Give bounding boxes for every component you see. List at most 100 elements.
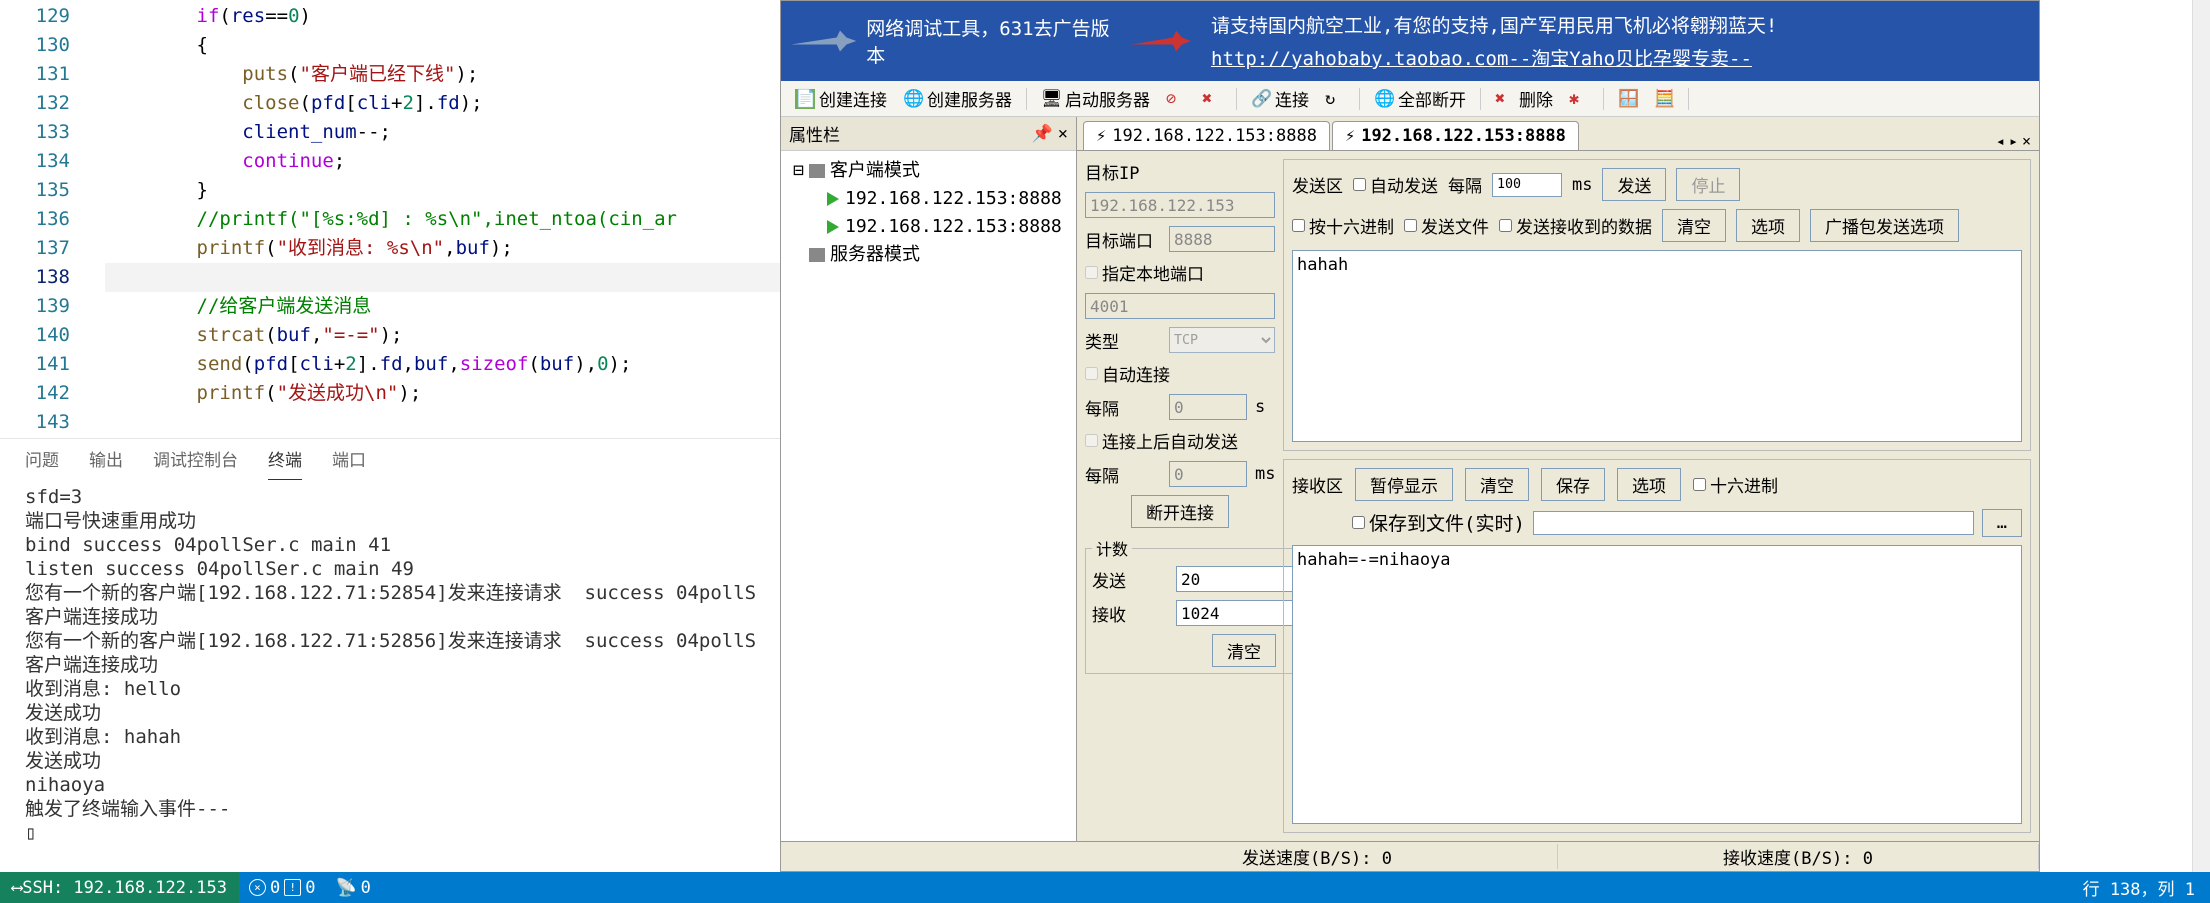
delete-icon[interactable]: ✖: [1196, 87, 1228, 111]
tab-next-icon[interactable]: ▸: [2009, 132, 2018, 150]
tree-conn-2[interactable]: 192.168.122.153:8888: [787, 213, 1070, 241]
recv-title: 接收区: [1292, 472, 1343, 497]
send-button[interactable]: 发送: [1602, 168, 1666, 201]
send-interval-input[interactable]: [1492, 173, 1562, 197]
tab-problems[interactable]: 问题: [25, 438, 59, 479]
window-icon[interactable]: 🪟: [1612, 87, 1644, 111]
plane-icon: [1131, 24, 1191, 59]
panel-tabs: 问题 输出 调试控制台 终端 端口: [0, 438, 780, 478]
plane-icon: [791, 24, 856, 59]
banner: 网络调试工具，631去广告版本 请支持国内航空工业,有您的支持,国产军用民用飞机…: [781, 1, 2039, 81]
auto-conn-interval: [1169, 394, 1247, 420]
connection-tabs: ⚡192.168.122.153:8888 ⚡192.168.122.153:8…: [1077, 117, 2039, 151]
recv-options-button[interactable]: 选项: [1617, 468, 1681, 501]
line-gutter: 1291301311321331341351361371381391401411…: [0, 0, 105, 438]
send-file-checkbox[interactable]: [1404, 219, 1417, 232]
tree-conn-1[interactable]: 192.168.122.153:8888: [787, 185, 1070, 213]
link-icon: ⚡: [1345, 126, 1355, 146]
auto-connect-checkbox: [1085, 367, 1098, 380]
count-legend: 计数: [1092, 536, 1132, 560]
dest-port-label: 目标端口: [1085, 227, 1161, 252]
local-port-checkbox: [1085, 266, 1098, 279]
link-icon: ⚡: [1096, 126, 1106, 146]
banner-link[interactable]: http://yahobaby.taobao.com--淘宝Yaho贝比孕婴专卖…: [1211, 44, 1752, 71]
create-server-button[interactable]: 🌐创建服务器: [897, 84, 1018, 113]
speed-bar: 发送速度(B/S): 0 接收速度(B/S): 0: [781, 841, 2039, 871]
pause-button[interactable]: 暂停显示: [1355, 468, 1453, 501]
tree-node-server-mode[interactable]: 服务器模式: [787, 241, 1070, 269]
dest-ip-label: 目标IP: [1085, 159, 1161, 184]
calc-icon[interactable]: 🧮: [1648, 87, 1680, 111]
broadcast-button[interactable]: 广播包发送选项: [1810, 209, 1959, 242]
code-editor[interactable]: if(res==0) { puts("客户端已经下线"); close(pfd[…: [105, 0, 780, 438]
save-file-path[interactable]: [1533, 511, 1974, 535]
type-label: 类型: [1085, 328, 1161, 353]
play-icon: [827, 192, 839, 206]
status-bar: ⟷ SSH: 192.168.122.153 ×0 !0 📡0 行 138，列 …: [0, 872, 2210, 903]
send-speed: 发送速度(B/S): 0: [1077, 844, 1558, 869]
ports-status[interactable]: 📡0: [325, 878, 380, 898]
recv-group: 接收区 暂停显示 清空 保存 选项 十六进制 保存到文件(实时) …: [1283, 459, 2031, 833]
recv-save-button[interactable]: 保存: [1541, 468, 1605, 501]
type-select: TCP: [1169, 327, 1275, 353]
send-options-button[interactable]: 选项: [1736, 209, 1800, 242]
scrollbar[interactable]: [2192, 0, 2210, 872]
stop-icon[interactable]: ⊘: [1160, 87, 1192, 111]
hex-recv-checkbox[interactable]: [1693, 478, 1706, 491]
close-icon[interactable]: ×: [1058, 124, 1068, 144]
tab-prev-icon[interactable]: ◂: [1996, 132, 2005, 150]
start-server-button[interactable]: 🖥启动服务器: [1035, 84, 1156, 113]
clear-icon[interactable]: ✱: [1563, 87, 1595, 111]
play-icon: [827, 220, 839, 234]
create-connection-button[interactable]: 📄创建连接: [789, 84, 893, 113]
hex-send-checkbox[interactable]: [1292, 219, 1305, 232]
local-port-label: 指定本地端口: [1102, 260, 1204, 285]
config-panel: 目标IP 目标端口 指定本地端口 类型TCP 自动连接 每隔s 连接上后自动发送…: [1085, 159, 1275, 833]
warning-icon: !: [284, 879, 301, 896]
connection-tree[interactable]: ⊟ 客户端模式 192.168.122.153:8888 192.168.122…: [781, 151, 1076, 841]
conn-tab-1[interactable]: ⚡192.168.122.153:8888: [1083, 121, 1330, 150]
delete-button[interactable]: ✖删除: [1489, 84, 1559, 113]
echo-checkbox[interactable]: [1499, 219, 1512, 232]
send-title: 发送区: [1292, 172, 1343, 197]
tab-debug[interactable]: 调试控制台: [153, 438, 238, 479]
dest-port-input: [1169, 226, 1275, 252]
ssh-status[interactable]: ⟷ SSH: 192.168.122.153: [0, 872, 239, 903]
send-group: 发送区 自动发送 每隔 ms 发送 停止 按十六进制 发送文件 发送接收到的数据: [1283, 159, 2031, 451]
auto-send-checkbox[interactable]: [1353, 178, 1366, 191]
local-port-input: [1085, 293, 1275, 319]
errors-status[interactable]: ×0 !0: [239, 878, 326, 898]
terminal-output[interactable]: sfd=3 端口号快速重用成功 bind success 04pollSer.c…: [25, 485, 775, 845]
save-file-checkbox[interactable]: [1352, 516, 1365, 529]
auto-send-interval: [1169, 461, 1247, 487]
disconnect-button[interactable]: 断开连接: [1131, 495, 1229, 528]
tab-close-icon[interactable]: ×: [2022, 132, 2031, 150]
antenna-icon: 📡: [335, 878, 356, 898]
tab-terminal[interactable]: 终端: [268, 438, 302, 480]
network-tool-window: 网络调试工具，631去广告版本 请支持国内航空工业,有您的支持,国产军用民用飞机…: [780, 0, 2040, 872]
tab-ports[interactable]: 端口: [332, 438, 366, 479]
connect-button[interactable]: 🔗连接: [1245, 84, 1315, 113]
browse-button[interactable]: …: [1982, 509, 2022, 537]
refresh-icon[interactable]: ↻: [1319, 87, 1351, 111]
disconnect-all-button[interactable]: 🌐全部断开: [1368, 84, 1472, 113]
tab-output[interactable]: 输出: [89, 438, 123, 479]
auto-send-after-label: 连接上后自动发送: [1102, 428, 1238, 453]
auto-send-after-checkbox: [1085, 434, 1098, 447]
recv-clear-button[interactable]: 清空: [1465, 468, 1529, 501]
recv-textarea[interactable]: [1292, 545, 2022, 824]
banner-text-2: 请支持国内航空工业,有您的支持,国产军用民用飞机必将翱翔蓝天!: [1211, 11, 1777, 38]
send-textarea[interactable]: [1292, 250, 2022, 442]
pin-icon[interactable]: 📌: [1032, 124, 1053, 144]
auto-connect-label: 自动连接: [1102, 361, 1170, 386]
tree-node-client-mode[interactable]: ⊟ 客户端模式: [787, 157, 1070, 185]
recv-speed: 接收速度(B/S): 0: [1558, 844, 2039, 869]
send-clear-button[interactable]: 清空: [1662, 209, 1726, 242]
cursor-position[interactable]: 行 138，列 1: [2073, 875, 2210, 900]
stop-button: 停止: [1676, 168, 1740, 201]
toolbar: 📄创建连接 🌐创建服务器 🖥启动服务器 ⊘ ✖ 🔗连接 ↻ 🌐全部断开 ✖删除 …: [781, 81, 2039, 117]
dest-ip-input: [1085, 192, 1275, 218]
conn-tab-2[interactable]: ⚡192.168.122.153:8888: [1332, 121, 1579, 150]
tree-header: 属性栏 📌×: [781, 117, 1076, 151]
clear-count-button[interactable]: 清空: [1212, 634, 1276, 667]
